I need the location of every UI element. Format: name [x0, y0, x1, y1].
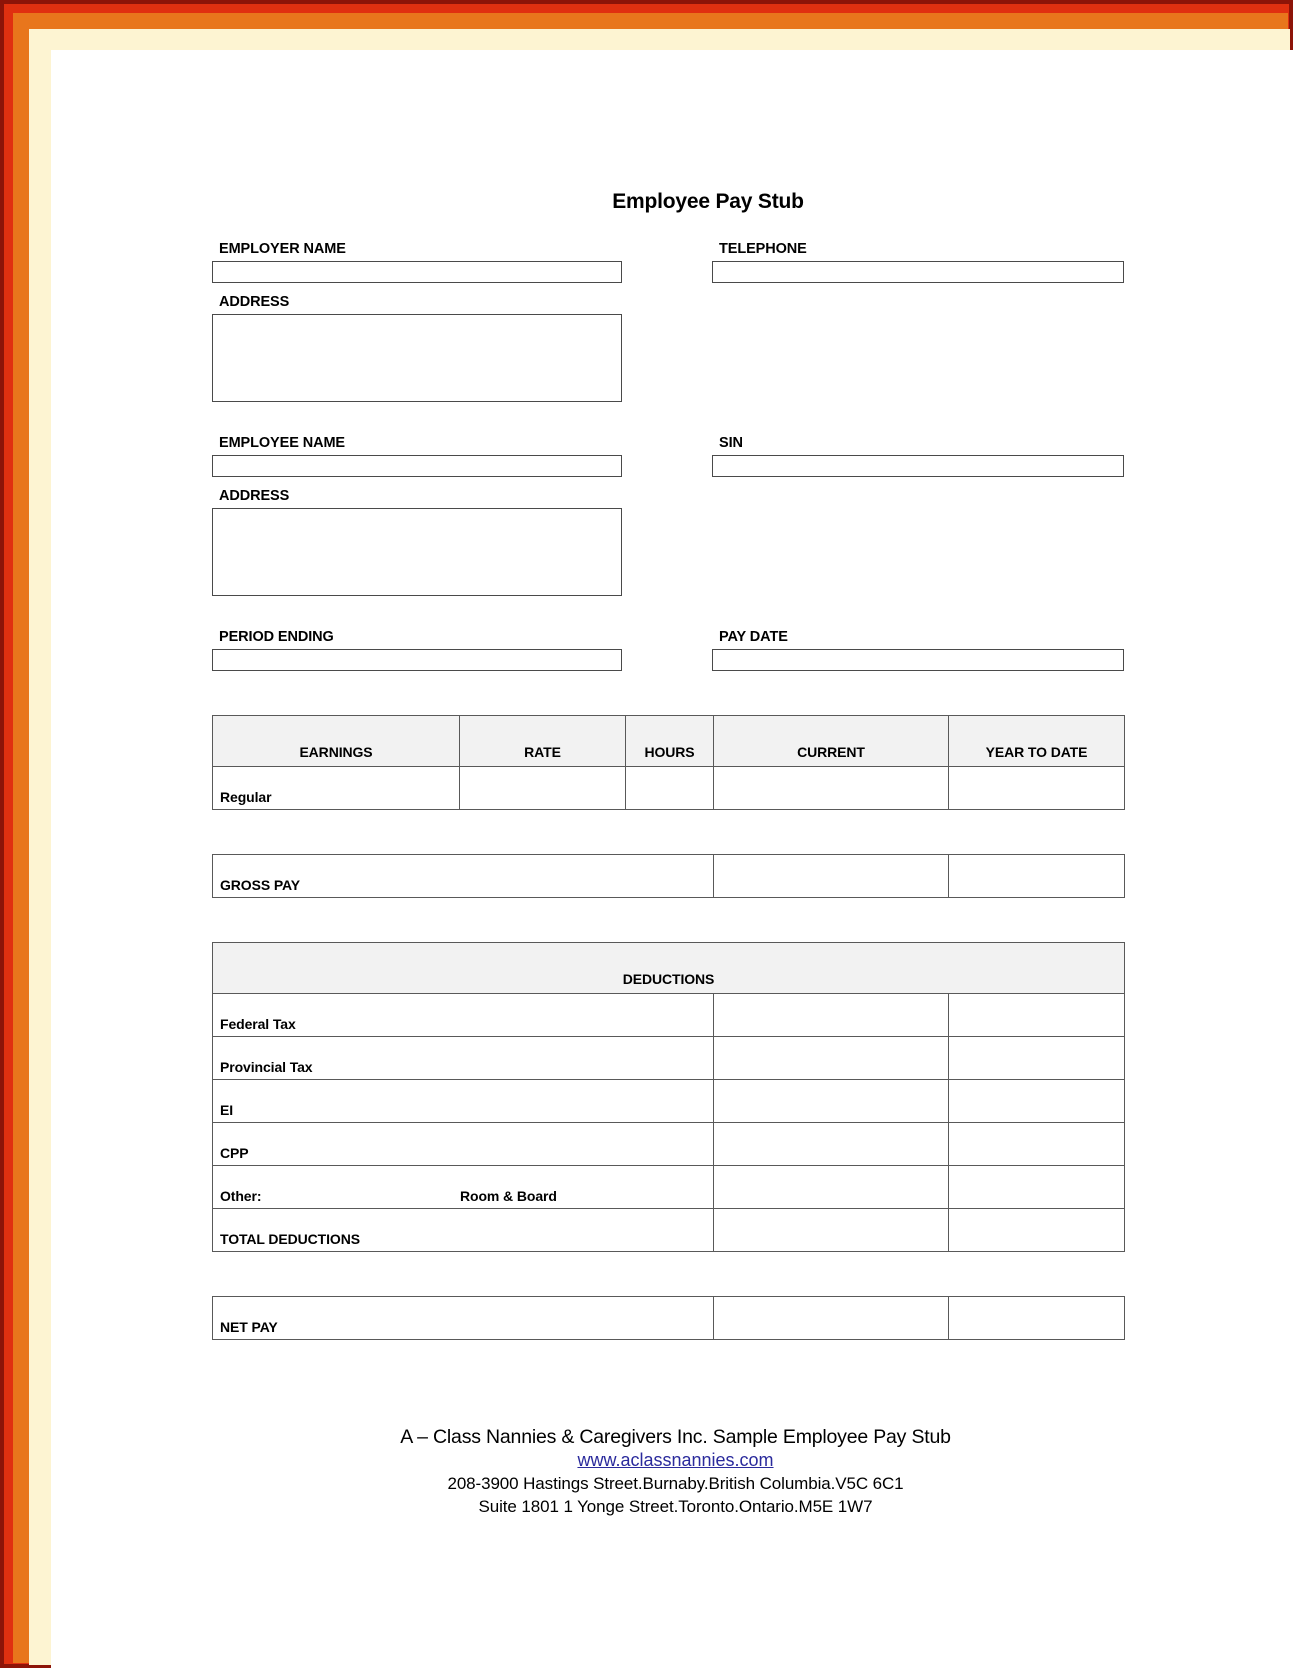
- table-row: CPP: [212, 1121, 1126, 1166]
- earnings-row-current[interactable]: [713, 765, 949, 810]
- telephone-input[interactable]: [712, 260, 1124, 283]
- footer-company-line: A – Class Nannies & Caregivers Inc. Samp…: [400, 1426, 951, 1448]
- earnings-header-earnings: EARNINGS: [212, 714, 460, 767]
- decorative-frame-cream: Employee Pay Stub EMPLOYER NAME TELEPHON…: [29, 29, 1293, 1676]
- deduction-ytd-ei[interactable]: [947, 1078, 1126, 1123]
- deduction-label-provincial-tax: Provincial Tax: [212, 1035, 714, 1080]
- earnings-header-row: EARNINGS RATE HOURS CURRENT YEAR TO DATE: [212, 714, 1125, 767]
- pay-stub-form: Employee Pay Stub EMPLOYER NAME TELEPHON…: [211, 190, 1126, 1340]
- earnings-header-current: CURRENT: [713, 714, 949, 767]
- employee-address-row: ADDRESS: [212, 487, 1124, 596]
- table-row: GROSS PAY: [212, 853, 1125, 898]
- deduction-label-cpp: CPP: [212, 1121, 714, 1166]
- deduction-current-other[interactable]: [713, 1164, 949, 1209]
- gross-pay-ytd[interactable]: [948, 853, 1125, 898]
- employer-address-spacer: [712, 295, 1124, 402]
- table-row: Regular: [212, 765, 1125, 810]
- earnings-row-label: Regular: [212, 765, 460, 810]
- column-gap: [622, 489, 712, 596]
- deduction-other-label: Other:: [220, 1187, 262, 1204]
- column-gap: [622, 242, 712, 283]
- deduction-label-federal-tax: Federal Tax: [212, 992, 714, 1037]
- decorative-frame-outer: Employee Pay Stub EMPLOYER NAME TELEPHON…: [0, 0, 1293, 1676]
- deduction-ytd-total[interactable]: [947, 1207, 1126, 1252]
- table-row: EI: [212, 1078, 1126, 1123]
- table-row: TOTAL DEDUCTIONS: [212, 1207, 1126, 1252]
- employer-name-label: EMPLOYER NAME: [219, 241, 346, 257]
- earnings-header-ytd: YEAR TO DATE: [948, 714, 1125, 767]
- column-gap: [622, 630, 712, 671]
- employee-address-spacer: [712, 489, 1124, 596]
- footer-website-link[interactable]: www.aclassnannies.com: [577, 1449, 773, 1472]
- footer-address-line-1: 208-3900 Hastings Street.Burnaby.British…: [447, 1473, 904, 1493]
- employer-address-input[interactable]: [212, 313, 622, 402]
- gross-pay-table: GROSS PAY: [212, 853, 1125, 898]
- employer-address-row: ADDRESS: [212, 293, 1124, 402]
- gross-pay-current[interactable]: [713, 853, 949, 898]
- employee-address-input[interactable]: [212, 507, 622, 596]
- telephone-label: TELEPHONE: [719, 241, 807, 257]
- net-pay-ytd[interactable]: [948, 1295, 1125, 1340]
- deduction-ytd-federal-tax[interactable]: [947, 992, 1126, 1037]
- deductions-table: DEDUCTIONS Federal Tax Provincial Tax EI…: [211, 941, 1126, 1252]
- employee-address-label: ADDRESS: [219, 487, 290, 504]
- deductions-header: DEDUCTIONS: [211, 941, 1126, 994]
- employee-name-label: EMPLOYEE NAME: [219, 434, 345, 451]
- table-row: Other: Room & Board: [212, 1164, 1126, 1209]
- deduction-ytd-cpp[interactable]: [947, 1121, 1126, 1166]
- sin-input[interactable]: [712, 454, 1124, 477]
- earnings-header-rate: RATE: [459, 714, 626, 767]
- earnings-header-hours: HOURS: [625, 714, 714, 767]
- table-row: Federal Tax: [212, 992, 1126, 1037]
- net-pay-table: NET PAY: [212, 1295, 1125, 1340]
- decorative-frame-orange: Employee Pay Stub EMPLOYER NAME TELEPHON…: [13, 13, 1293, 1676]
- pay-stub-page: Employee Pay Stub EMPLOYER NAME TELEPHON…: [51, 50, 1293, 1676]
- column-gap: [622, 436, 712, 477]
- pay-date-input[interactable]: [712, 648, 1124, 671]
- gross-pay-label: GROSS PAY: [212, 853, 714, 898]
- deduction-other-description: Room & Board: [460, 1187, 557, 1204]
- net-pay-current[interactable]: [713, 1295, 949, 1340]
- deduction-current-ei[interactable]: [713, 1078, 949, 1123]
- deduction-current-federal-tax[interactable]: [713, 992, 949, 1037]
- employee-name-input[interactable]: [212, 454, 622, 477]
- deduction-current-provincial-tax[interactable]: [713, 1035, 949, 1080]
- period-ending-input[interactable]: [212, 648, 622, 671]
- employer-name-input[interactable]: [212, 260, 622, 283]
- column-gap: [622, 295, 712, 402]
- employer-name-row: EMPLOYER NAME TELEPHONE: [212, 241, 1124, 283]
- table-row: Provincial Tax: [212, 1035, 1126, 1080]
- deduction-label-ei: EI: [212, 1078, 714, 1123]
- deduction-ytd-provincial-tax[interactable]: [947, 1035, 1126, 1080]
- pay-date-label: PAY DATE: [719, 628, 788, 645]
- deduction-current-cpp[interactable]: [713, 1121, 949, 1166]
- table-row: NET PAY: [212, 1295, 1125, 1340]
- deduction-label-total: TOTAL DEDUCTIONS: [212, 1207, 714, 1252]
- footer: A – Class Nannies & Caregivers Inc. Samp…: [51, 1425, 1293, 1519]
- sin-label: SIN: [719, 434, 743, 451]
- employee-name-row: EMPLOYEE NAME SIN: [212, 434, 1124, 477]
- footer-website-wrapper: www.aclassnannies.com: [51, 1449, 1293, 1472]
- deduction-label-other: Other: Room & Board: [212, 1164, 714, 1209]
- deduction-ytd-other[interactable]: [947, 1164, 1126, 1209]
- page-title: Employee Pay Stub: [612, 190, 804, 213]
- earnings-table: EARNINGS RATE HOURS CURRENT YEAR TO DATE…: [212, 714, 1125, 810]
- period-row: PERIOD ENDING PAY DATE: [212, 628, 1124, 671]
- deduction-current-total[interactable]: [713, 1207, 949, 1252]
- employer-address-label: ADDRESS: [219, 293, 290, 310]
- footer-address-line-2: Suite 1801 1 Yonge Street.Toronto.Ontari…: [478, 1496, 873, 1516]
- period-ending-label: PERIOD ENDING: [219, 628, 334, 645]
- decorative-frame-red: Employee Pay Stub EMPLOYER NAME TELEPHON…: [4, 4, 1293, 1676]
- net-pay-label: NET PAY: [212, 1295, 714, 1340]
- earnings-row-hours[interactable]: [625, 765, 714, 810]
- deductions-header-row: DEDUCTIONS: [211, 941, 1126, 994]
- earnings-row-rate[interactable]: [459, 765, 626, 810]
- earnings-row-ytd[interactable]: [948, 765, 1125, 810]
